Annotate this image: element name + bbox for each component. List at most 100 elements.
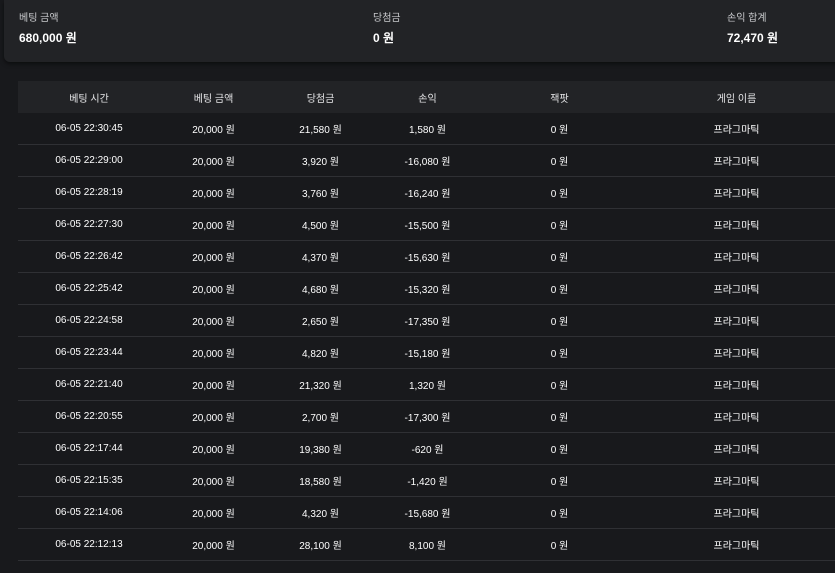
cell-profit: -620 원 [411,445,444,456]
cell-bet-amount: 20,000 원 [192,381,235,392]
cell-bet-amount: 20,000 원 [192,349,235,360]
cell-game-name: 프라그마틱 [713,157,760,168]
cell-winnings: 3,920 원 [301,157,339,168]
cell-bet-time: 06-05 22:30:45 [55,123,123,134]
summary-profit-total-value: 72,470 원 [727,31,779,45]
cell-game-name: 프라그마틱 [713,317,760,328]
cell-bet-time: 06-05 22:15:35 [55,475,123,486]
summary-panel: 베팅 금액 680,000 원 당첨금 0 원 손익 합계 72,470 원 [4,0,835,62]
cell-game-name: 프라그마틱 [713,477,760,488]
cell-winnings: 4,370 원 [301,253,339,264]
table-row[interactable]: 06-05 22:15:35 20,000 원 18,580 원 -1,420 원 0 … [18,465,835,497]
cell-bet-time: 06-05 22:20:55 [55,411,123,422]
cell-bet-amount: 20,000 원 [192,157,235,168]
cell-bet-amount: 20,000 원 [192,477,235,488]
cell-profit: 8,100 원 [408,541,446,552]
summary-bet-amount-value: 680,000 원 [19,31,77,45]
table-row[interactable]: 06-05 22:20:55 20,000 원 2,700 원 -17,300 원 0 … [18,401,835,433]
cell-winnings: 28,100 원 [299,541,342,552]
cell-profit: 1,320 원 [408,381,446,392]
cell-jackpot: 0 원 [550,541,569,552]
cell-bet-time: 06-05 22:25:42 [55,283,123,294]
cell-winnings: 21,580 원 [299,125,342,136]
table-row[interactable]: 06-05 22:26:42 20,000 원 4,370 원 -15,630 원 0 … [18,241,835,273]
table-row[interactable]: 06-05 22:12:13 20,000 원 28,100 원 8,100 원 0 원… [18,529,835,561]
header-jackpot: 잭팟 [550,93,569,105]
cell-winnings: 4,680 원 [301,285,339,296]
cell-bet-amount: 20,000 원 [192,509,235,520]
cell-profit: -15,500 원 [404,221,451,232]
cell-profit: -17,350 원 [404,317,451,328]
summary-winnings-value: 0 원 [373,31,395,45]
cell-jackpot: 0 원 [550,253,569,264]
table-body: 06-05 22:30:45 20,000 원 21,580 원 1,580 원 0 원… [18,113,835,561]
table-row[interactable]: 06-05 22:21:40 20,000 원 21,320 원 1,320 원 0 원… [18,369,835,401]
cell-profit: -17,300 원 [404,413,451,424]
cell-game-name: 프라그마틱 [713,509,760,520]
header-bet-amount: 베팅 금액 [193,93,234,105]
table-row[interactable]: 06-05 22:25:42 20,000 원 4,680 원 -15,320 원 0 … [18,273,835,305]
cell-bet-amount: 20,000 원 [192,125,235,136]
cell-game-name: 프라그마틱 [713,221,760,232]
cell-game-name: 프라그마틱 [713,413,760,424]
cell-jackpot: 0 원 [550,413,569,424]
cell-game-name: 프라그마틱 [713,381,760,392]
cell-jackpot: 0 원 [550,221,569,232]
bet-history-table: 베팅 시간 베팅 금액 당첨금 손익 잭팟 게임 이름 06-05 22:30:… [18,81,835,561]
cell-game-name: 프라그마틱 [713,253,760,264]
cell-bet-time: 06-05 22:12:13 [55,539,123,550]
cell-bet-time: 06-05 22:27:30 [55,219,123,230]
cell-winnings: 19,380 원 [299,445,342,456]
cell-profit: -15,680 원 [404,509,451,520]
cell-profit: -16,240 원 [404,189,451,200]
cell-bet-time: 06-05 22:29:00 [55,155,123,166]
cell-profit: -15,630 원 [404,253,451,264]
header-winnings: 당첨금 [306,93,335,105]
cell-game-name: 프라그마틱 [713,349,760,360]
cell-jackpot: 0 원 [550,189,569,200]
cell-winnings: 21,320 원 [299,381,342,392]
cell-jackpot: 0 원 [550,317,569,328]
table-row[interactable]: 06-05 22:17:44 20,000 원 19,380 원 -620 원 0 원 프… [18,433,835,465]
table-row[interactable]: 06-05 22:27:30 20,000 원 4,500 원 -15,500 원 0 … [18,209,835,241]
summary-bet-amount-label: 베팅 금액 [19,13,59,24]
header-game-name: 게임 이름 [716,93,757,105]
cell-jackpot: 0 원 [550,349,569,360]
cell-bet-amount: 20,000 원 [192,221,235,232]
table-row[interactable]: 06-05 22:24:58 20,000 원 2,650 원 -17,350 원 0 … [18,305,835,337]
table-row[interactable]: 06-05 22:30:45 20,000 원 21,580 원 1,580 원 0 원… [18,113,835,145]
cell-profit: 1,580 원 [408,125,446,136]
cell-jackpot: 0 원 [550,125,569,136]
cell-winnings: 2,700 원 [301,413,339,424]
cell-profit: -1,420 원 [407,477,448,488]
summary-profit-total-label: 손익 합계 [727,13,767,24]
cell-jackpot: 0 원 [550,445,569,456]
cell-bet-amount: 20,000 원 [192,541,235,552]
table-row[interactable]: 06-05 22:14:06 20,000 원 4,320 원 -15,680 원 0 … [18,497,835,529]
cell-bet-time: 06-05 22:23:44 [55,347,123,358]
cell-winnings: 2,650 원 [301,317,339,328]
cell-bet-time: 06-05 22:28:19 [55,187,123,198]
cell-bet-amount: 20,000 원 [192,413,235,424]
cell-game-name: 프라그마틱 [713,445,760,456]
cell-profit: -16,080 원 [404,157,451,168]
table-row[interactable]: 06-05 22:29:00 20,000 원 3,920 원 -16,080 원 0 … [18,145,835,177]
table-row[interactable]: 06-05 22:28:19 20,000 원 3,760 원 -16,240 원 0 … [18,177,835,209]
cell-winnings: 3,760 원 [301,189,339,200]
cell-winnings: 4,820 원 [301,349,339,360]
cell-profit: -15,180 원 [404,349,451,360]
cell-winnings: 4,500 원 [301,221,339,232]
cell-bet-amount: 20,000 원 [192,445,235,456]
cell-bet-time: 06-05 22:26:42 [55,251,123,262]
cell-game-name: 프라그마틱 [713,541,760,552]
cell-bet-time: 06-05 22:17:44 [55,443,123,454]
table-header: 베팅 시간 베팅 금액 당첨금 손익 잭팟 게임 이름 [18,81,835,113]
summary-profit-total: 손익 합계 72,470 원 [727,12,778,46]
cell-winnings: 4,320 원 [301,509,339,520]
cell-bet-time: 06-05 22:24:58 [55,315,123,326]
table-row[interactable]: 06-05 22:23:44 20,000 원 4,820 원 -15,180 원 0 … [18,337,835,369]
cell-bet-amount: 20,000 원 [192,285,235,296]
header-bet-time: 베팅 시간 [69,93,109,105]
summary-winnings-label: 당첨금 [373,13,401,24]
cell-game-name: 프라그마틱 [713,285,760,296]
